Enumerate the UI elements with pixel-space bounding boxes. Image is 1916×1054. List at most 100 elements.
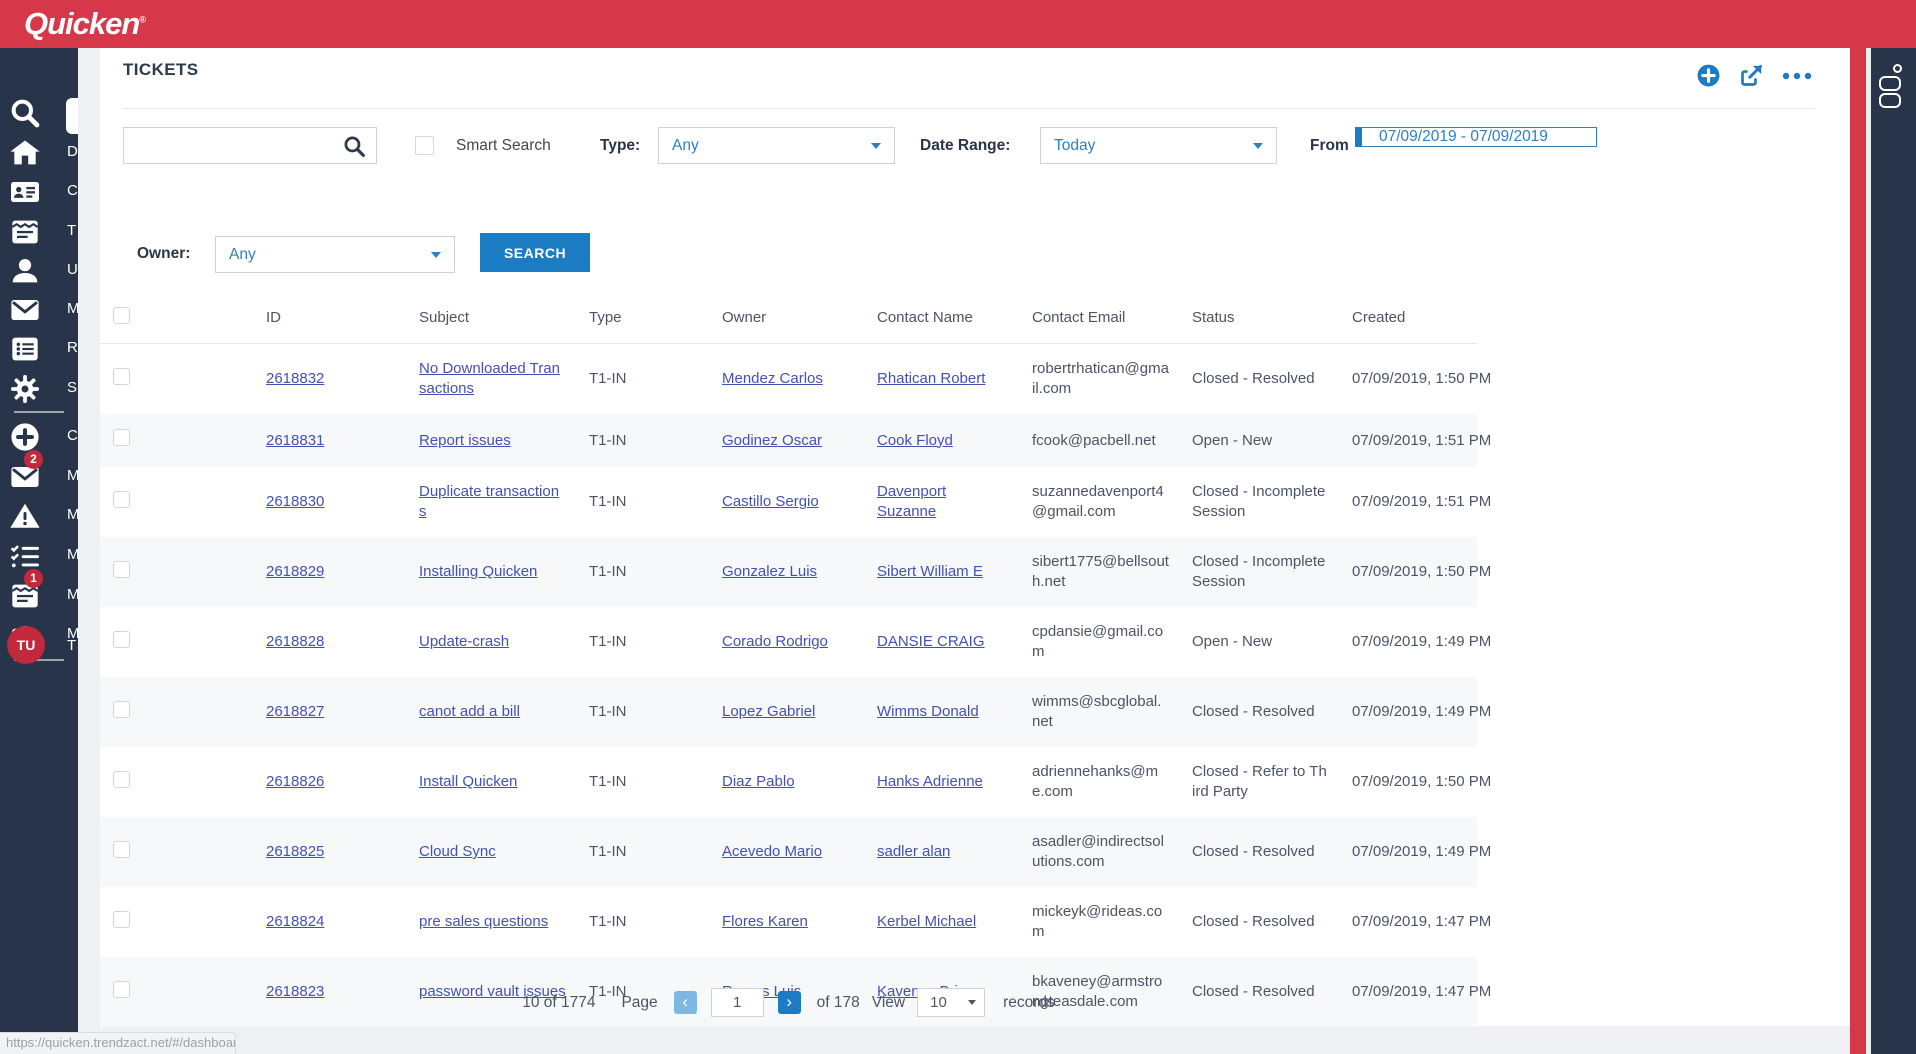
sidebar-item-quick-add[interactable]: C (0, 419, 78, 455)
ticket-status: Closed - Incomplete Session (1192, 553, 1326, 590)
ticket-subject-link[interactable]: Installing Quicken (419, 563, 537, 580)
row-checkbox[interactable] (113, 840, 130, 858)
contact-email: adriennehanks@me.com (1032, 763, 1159, 800)
table-row: 2618832 No Downloaded Transactions T1-IN… (100, 344, 1491, 415)
ticket-id-link[interactable]: 2618828 (266, 633, 324, 650)
sidebar-item-users[interactable]: U (0, 253, 78, 289)
ticket-id-link[interactable]: 2618830 (266, 493, 324, 510)
ticket-subject-link[interactable]: pre sales questions (419, 913, 548, 930)
export-button[interactable] (1738, 62, 1765, 89)
contact-name-link[interactable]: Rhatican Robert (877, 370, 985, 387)
row-checkbox[interactable] (113, 367, 130, 385)
contact-email: asadler@indirectsolutions.com (1032, 833, 1164, 870)
share-export-icon (1741, 65, 1762, 86)
sidebar-item-mail[interactable]: M (0, 292, 78, 328)
contact-name-link[interactable]: Sibert William E (877, 563, 983, 580)
ticket-owner-link[interactable]: Acevedo Mario (722, 843, 822, 860)
sidebar-item-dashboard[interactable]: D (0, 135, 78, 171)
ticket-created: 07/09/2019, 1:50 PM (1352, 563, 1492, 580)
ticket-type: T1-IN (589, 370, 627, 387)
sidebar-item-reports[interactable]: R (0, 331, 78, 367)
ticket-owner-link[interactable]: Castillo Sergio (722, 493, 819, 510)
right-edge-panel[interactable] (1871, 48, 1916, 1054)
ticket-id-link[interactable]: 2618832 (266, 370, 324, 387)
ticket-owner-link[interactable]: Mendez Carlos (722, 370, 823, 387)
report-list-icon (12, 337, 38, 361)
column-header-contact-name: Contact Name (864, 292, 1019, 344)
ticket-subject-link[interactable]: canot add a bill (419, 703, 520, 720)
column-header-owner: Owner (709, 292, 864, 344)
ticket-id-link[interactable]: 2618826 (266, 773, 324, 790)
more-options-button[interactable] (1782, 71, 1812, 81)
row-checkbox[interactable] (113, 910, 130, 928)
sidebar-item-search[interactable] (0, 95, 78, 131)
ticket-subject-link[interactable]: Cloud Sync (419, 843, 496, 860)
smart-search-checkbox[interactable] (415, 136, 434, 155)
type-label: Type: (600, 137, 641, 154)
ticket-subject-link[interactable]: No Downloaded Transactions (419, 360, 560, 397)
ticket-id-link[interactable]: 2618829 (266, 563, 324, 580)
search-button[interactable]: SEARCH (480, 233, 590, 272)
contact-name-link[interactable]: Davenport Suzanne (877, 483, 946, 520)
row-checkbox[interactable] (113, 770, 130, 788)
next-page-button[interactable]: › (777, 991, 801, 1014)
row-checkbox[interactable] (113, 490, 130, 508)
ticket-owner-link[interactable]: Lopez Gabriel (722, 703, 815, 720)
sidebar-item-mail-notifications[interactable]: 2 M (0, 450, 78, 495)
contact-name-link[interactable]: Hanks Adrienne (877, 773, 983, 790)
contact-name-link[interactable]: DANSIE CRAIG (877, 633, 985, 650)
table-row: 2618829 Installing Quicken T1-IN Gonzale… (100, 537, 1492, 607)
search-input[interactable] (124, 128, 334, 161)
sidebar-item-ticket-notifications[interactable]: 1 M (0, 569, 78, 614)
sidebar-label: T (67, 222, 77, 239)
select-all-checkbox[interactable] (113, 307, 130, 324)
sidebar-item-tickets[interactable]: T (0, 214, 78, 250)
sidebar-item-contacts[interactable]: C (0, 174, 78, 210)
ticket-subject-link[interactable]: Report issues (419, 432, 511, 449)
ticket-id-link[interactable]: 2618825 (266, 843, 324, 860)
page-number-input[interactable] (710, 988, 764, 1017)
previous-page-button[interactable]: ‹ (673, 991, 697, 1014)
type-select[interactable]: Any (658, 127, 895, 164)
ticket-owner-link[interactable]: Gonzalez Luis (722, 563, 817, 580)
contact-name-link[interactable]: sadler alan (877, 843, 950, 860)
row-checkbox[interactable] (113, 429, 130, 446)
records-per-page-select[interactable]: 10 (917, 988, 986, 1017)
header-actions (1696, 62, 1812, 89)
ticket-owner-link[interactable]: Corado Rodrigo (722, 633, 828, 650)
row-checkbox[interactable] (113, 560, 130, 578)
sidebar-label: D (67, 143, 78, 160)
right-rail-shape-icon (1879, 76, 1901, 91)
ticket-subject-link[interactable]: Install Quicken (419, 773, 517, 790)
sidebar-item-tasks[interactable]: M (0, 538, 78, 574)
ticket-id-link[interactable]: 2618831 (266, 432, 324, 449)
ticket-id-link[interactable]: 2618827 (266, 703, 324, 720)
sidebar-item-alerts[interactable]: M (0, 498, 78, 534)
ticket-type: T1-IN (589, 563, 627, 580)
ticket-subject-link[interactable]: Duplicate transactions (419, 483, 559, 520)
ticket-owner-link[interactable]: Diaz Pablo (722, 773, 795, 790)
ticket-subject-link[interactable]: Update-crash (419, 633, 509, 650)
ticket-status: Closed - Resolved (1192, 843, 1315, 860)
sidebar-item-settings[interactable]: S (0, 371, 78, 407)
row-checkbox[interactable] (113, 700, 130, 718)
search-icon[interactable] (342, 134, 367, 159)
owner-select[interactable]: Any (215, 236, 455, 273)
contact-name-link[interactable]: Cook Floyd (877, 432, 953, 449)
ticket-owner-link[interactable]: Godinez Oscar (722, 432, 822, 449)
contact-email: fcook@pacbell.net (1032, 431, 1156, 449)
add-ticket-button[interactable] (1696, 63, 1721, 88)
ticket-search-field[interactable] (123, 127, 377, 164)
browser-status-url: https://quicken.trendzact.net/#/dashboar… (0, 1032, 236, 1054)
ticket-id-link[interactable]: 2618824 (266, 913, 324, 930)
date-range-input[interactable]: 07/09/2019 - 07/09/2019 (1355, 127, 1597, 147)
ticket-type: T1-IN (589, 843, 627, 860)
date-range-select[interactable]: Today (1040, 127, 1277, 164)
ticket-owner-link[interactable]: Flores Karen (722, 913, 808, 930)
table-row: 2618830 Duplicate transactions T1-IN Cas… (100, 467, 1491, 537)
user-avatar[interactable]: TU (7, 626, 45, 664)
contact-name-link[interactable]: Kerbel Michael (877, 913, 976, 930)
contact-name-link[interactable]: Wimms Donald (877, 703, 979, 720)
page-title: TICKETS (123, 60, 199, 79)
row-checkbox[interactable] (113, 630, 130, 648)
